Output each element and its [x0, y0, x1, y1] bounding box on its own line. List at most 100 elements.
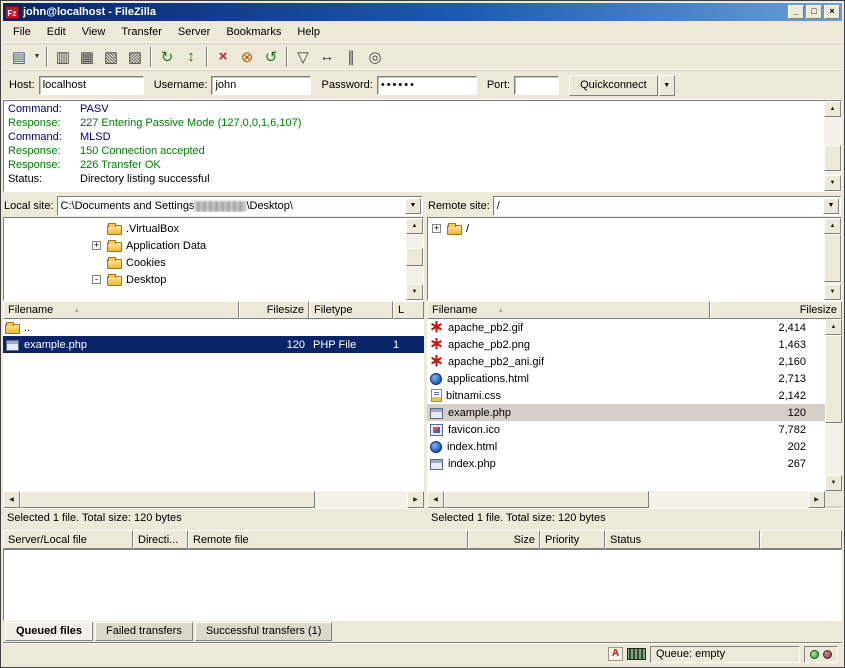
toggle-log-view-icon[interactable]: ▥ — [51, 46, 75, 68]
expander-plus-icon[interactable]: + — [92, 241, 101, 250]
scroll-down-icon[interactable]: ▼ — [406, 284, 423, 300]
menu-server[interactable]: Server — [170, 23, 218, 41]
log-scrollbar[interactable]: ▲ ▼ — [824, 101, 841, 191]
scroll-up-icon[interactable]: ▲ — [824, 101, 841, 117]
column-header-filesize[interactable]: Filesize — [710, 301, 842, 319]
scrollbar-thumb[interactable] — [824, 234, 841, 282]
column-header-filetype[interactable]: Filetype — [309, 301, 393, 319]
transfer-type-ascii-icon[interactable]: A — [608, 647, 623, 661]
file-row[interactable]: ∗apache_pb2.png1,463 — [427, 336, 842, 353]
menu-edit[interactable]: Edit — [39, 23, 74, 41]
cancel-icon[interactable]: × — [211, 46, 235, 68]
scrollbar-thumb[interactable] — [444, 491, 649, 508]
column-header-priority[interactable]: Priority — [540, 530, 605, 549]
column-header-lastmodified[interactable]: L — [393, 301, 424, 319]
scroll-up-icon[interactable]: ▲ — [825, 319, 842, 335]
username-input[interactable] — [211, 76, 311, 95]
titlebar[interactable]: Fz john@localhost - FileZilla _ □ × — [3, 3, 842, 21]
file-row[interactable]: bitnami.css2,142 — [427, 387, 842, 404]
disconnect-icon[interactable]: ⊗ — [235, 46, 259, 68]
menu-transfer[interactable]: Transfer — [113, 23, 170, 41]
scrollbar-thumb[interactable] — [20, 491, 315, 508]
censored-username — [194, 201, 246, 212]
menu-help[interactable]: Help — [289, 23, 328, 41]
tree-item[interactable]: Cookies — [4, 254, 423, 271]
scroll-down-icon[interactable]: ▼ — [824, 284, 841, 300]
column-header-filename[interactable]: Filename▲ — [3, 301, 239, 319]
file-row[interactable]: index.html202 — [427, 438, 842, 455]
sync-browsing-icon[interactable]: ∥ — [339, 46, 363, 68]
scrollbar-thumb[interactable] — [825, 335, 842, 423]
file-row-selected-inactive[interactable]: example.php120 — [427, 404, 842, 421]
scroll-left-icon[interactable]: ◀ — [3, 491, 20, 508]
maximize-button[interactable]: □ — [806, 5, 822, 19]
scrollbar-thumb[interactable] — [824, 145, 841, 171]
tab-queued-files[interactable]: Queued files — [5, 622, 93, 641]
file-row[interactable]: applications.html2,713 — [427, 370, 842, 387]
scroll-left-icon[interactable]: ◀ — [427, 491, 444, 508]
process-queue-icon[interactable]: ↕ — [179, 46, 203, 68]
host-input[interactable] — [39, 76, 144, 95]
filezilla-window: Fz john@localhost - FileZilla _ □ × File… — [0, 0, 845, 668]
remote-site-combobox[interactable]: / ▼ — [493, 196, 841, 216]
local-tree-scrollbar[interactable]: ▲ ▼ — [406, 218, 423, 300]
column-header-filesize[interactable]: Filesize — [239, 301, 309, 319]
column-header-size[interactable]: Size — [468, 530, 540, 549]
scroll-right-icon[interactable]: ▶ — [407, 491, 424, 508]
scroll-up-icon[interactable]: ▲ — [824, 218, 841, 234]
tab-failed-transfers[interactable]: Failed transfers — [95, 622, 193, 641]
toggle-queue-view-icon[interactable]: ▨ — [123, 46, 147, 68]
close-button[interactable]: × — [824, 5, 840, 19]
expander-plus-icon[interactable]: + — [432, 224, 441, 233]
minimize-button[interactable]: _ — [788, 5, 804, 19]
remote-tree-scrollbar[interactable]: ▲ ▼ — [824, 218, 841, 300]
site-manager-icon[interactable]: ▤ — [7, 46, 31, 68]
find-icon[interactable]: ◎ — [363, 46, 387, 68]
tree-item[interactable]: -Desktop — [4, 271, 423, 288]
tree-item[interactable]: +/ — [428, 220, 841, 237]
menu-file[interactable]: File — [5, 23, 39, 41]
queue-list[interactable] — [3, 549, 842, 621]
tree-item[interactable]: .VirtualBox — [4, 220, 423, 237]
site-manager-dropdown-icon[interactable]: ▼ — [31, 46, 43, 68]
file-row[interactable]: .. — [3, 319, 424, 336]
remote-horizontal-scrollbar[interactable]: ◀ ▶ — [427, 491, 825, 508]
column-header-filename[interactable]: Filename▲ — [427, 301, 710, 319]
encryption-status-icon[interactable] — [627, 648, 646, 660]
quickconnect-dropdown-icon[interactable]: ▼ — [659, 75, 675, 96]
file-row-selected[interactable]: example.php 120 PHP File 1 — [3, 336, 424, 353]
column-header-status[interactable]: Status — [605, 530, 760, 549]
file-row[interactable]: ∗apache_pb2_ani.gif2,160 — [427, 353, 842, 370]
column-header-remote-file[interactable]: Remote file — [188, 530, 468, 549]
compare-icon[interactable]: ↔ — [315, 46, 339, 68]
refresh-icon[interactable]: ↻ — [155, 46, 179, 68]
scroll-down-icon[interactable]: ▼ — [824, 175, 841, 191]
scroll-right-icon[interactable]: ▶ — [808, 491, 825, 508]
scrollbar-thumb[interactable] — [406, 248, 423, 266]
file-row[interactable]: favicon.ico7,782 — [427, 421, 842, 438]
combobox-dropdown-icon[interactable]: ▼ — [405, 198, 421, 214]
password-input[interactable] — [377, 76, 477, 95]
local-horizontal-scrollbar[interactable]: ◀ ▶ — [3, 491, 424, 508]
menu-view[interactable]: View — [74, 23, 114, 41]
column-header-server-local-file[interactable]: Server/Local file — [3, 530, 133, 549]
toggle-remote-tree-icon[interactable]: ▧ — [99, 46, 123, 68]
quickconnect-button[interactable]: Quickconnect — [569, 75, 658, 96]
scroll-up-icon[interactable]: ▲ — [406, 218, 423, 234]
column-header-direction[interactable]: Directi... — [133, 530, 188, 549]
toggle-local-tree-icon[interactable]: ▦ — [75, 46, 99, 68]
combobox-dropdown-icon[interactable]: ▼ — [823, 198, 839, 214]
menu-bookmarks[interactable]: Bookmarks — [218, 23, 289, 41]
tab-successful-transfers[interactable]: Successful transfers (1) — [195, 622, 333, 641]
tree-item[interactable]: +Application Data — [4, 237, 423, 254]
filter-icon[interactable]: ▽ — [291, 46, 315, 68]
expander-minus-icon[interactable]: - — [92, 275, 101, 284]
local-site-combobox[interactable]: C:\Documents and Settings\Desktop\ ▼ — [57, 196, 423, 216]
scroll-down-icon[interactable]: ▼ — [825, 475, 842, 491]
remote-list-scrollbar[interactable]: ▲ ▼ — [825, 319, 842, 491]
reconnect-icon[interactable]: ↺ — [259, 46, 283, 68]
file-row[interactable]: ∗apache_pb2.gif2,414 — [427, 319, 842, 336]
file-row[interactable]: index.php267 — [427, 455, 842, 472]
port-input[interactable] — [514, 76, 559, 95]
html-file-icon — [430, 373, 442, 385]
